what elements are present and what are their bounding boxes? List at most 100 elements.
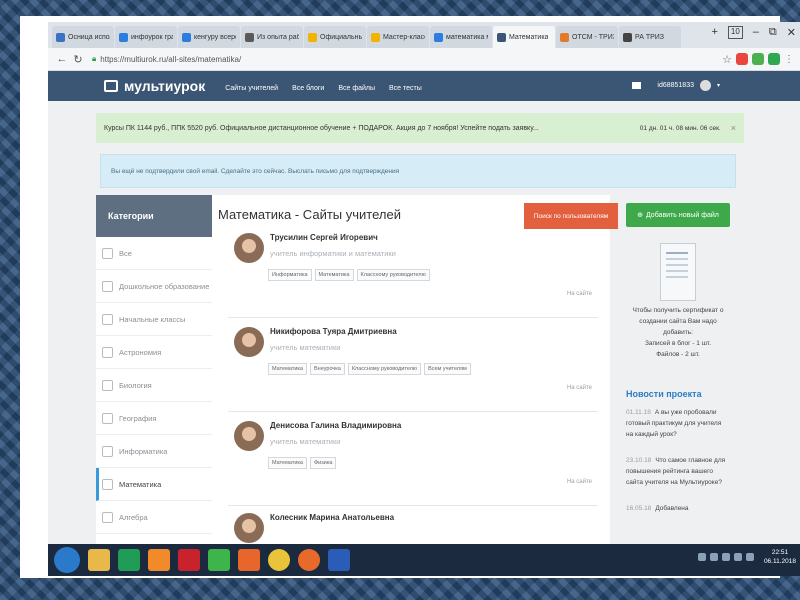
user-menu[interactable]: id68851833 ▾ bbox=[632, 80, 720, 91]
volume-icon[interactable] bbox=[745, 553, 754, 561]
news-text[interactable]: повышения рейтинга вашего bbox=[626, 466, 736, 477]
chevron-down-icon[interactable]: ▾ bbox=[717, 82, 720, 89]
tab-7[interactable]: Математика bbox=[493, 26, 555, 48]
libreoffice-icon[interactable] bbox=[118, 549, 140, 571]
menu-icon[interactable]: ⋮ bbox=[784, 54, 794, 65]
teacher-name[interactable]: Трусилин Сергей Игоревич bbox=[270, 233, 378, 242]
sidebar-item-8[interactable]: Алгебра bbox=[96, 501, 212, 534]
news-item[interactable]: 16.05.18 Добавлена bbox=[626, 503, 736, 514]
extension-icon[interactable] bbox=[768, 53, 780, 65]
menu-item-0[interactable]: Сайты учителей bbox=[225, 85, 278, 92]
tab-1[interactable]: инфоурок граф bbox=[115, 26, 177, 48]
avatar[interactable] bbox=[234, 421, 264, 451]
address-bar: ← ↻ 🔒︎ https://multiurok.ru/all-sites/ma… bbox=[48, 48, 800, 71]
news-text[interactable]: на каждый урок? bbox=[626, 429, 736, 440]
teacher-name[interactable]: Денисова Галина Владимировна bbox=[270, 421, 401, 430]
sidebar-item-3[interactable]: Астрономия bbox=[96, 336, 212, 369]
extension-icon[interactable] bbox=[736, 53, 748, 65]
tab-5[interactable]: Мастер-класс bbox=[367, 26, 429, 48]
teacher-card[interactable]: Колесник Марина Анатольевна bbox=[234, 513, 600, 544]
tab-count-badge[interactable]: 10 bbox=[727, 26, 743, 39]
news-text[interactable]: готовый практикум для учителя bbox=[626, 418, 736, 429]
tray-icon[interactable] bbox=[709, 553, 718, 561]
firefox-icon[interactable] bbox=[298, 549, 320, 571]
promo-timer: 01 дн. 01 ч. 08 мин. 06 сек. bbox=[639, 124, 721, 132]
tab-6[interactable]: математика ма bbox=[430, 26, 492, 48]
tab-label: РА ТРИЗ bbox=[635, 33, 665, 41]
sidebar-item-5[interactable]: География bbox=[96, 402, 212, 435]
tag[interactable]: Математика bbox=[314, 269, 354, 281]
news-item[interactable]: 01.11.18 А вы уже пробовали готовый практи… bbox=[626, 407, 736, 440]
close-window-button[interactable]: ✕ bbox=[787, 26, 796, 39]
menu-item-3[interactable]: Все тесты bbox=[389, 85, 422, 92]
tag[interactable]: Математика bbox=[268, 457, 307, 469]
tag[interactable]: Классному руководителю bbox=[347, 363, 422, 375]
sidebar-item-6[interactable]: Информатика bbox=[96, 435, 212, 468]
teacher-card[interactable]: Трусилин Сергей Игоревич учитель информат… bbox=[234, 233, 600, 313]
chrome-icon[interactable] bbox=[268, 549, 290, 571]
tag[interactable]: Всем учителям bbox=[424, 363, 471, 375]
word-icon[interactable] bbox=[328, 549, 350, 571]
avatar[interactable] bbox=[234, 513, 264, 543]
news-text[interactable]: сайта учителя на Мультиуроке? bbox=[626, 477, 736, 488]
tab-8[interactable]: ОТСМ - ТРИЗ bbox=[556, 26, 618, 48]
news-text[interactable]: А вы уже пробовали bbox=[655, 409, 717, 416]
avatar[interactable] bbox=[234, 233, 264, 263]
presentation-icon[interactable] bbox=[238, 549, 260, 571]
back-arrow-icon[interactable]: ← bbox=[54, 53, 70, 65]
tag[interactable]: Классному руководителю bbox=[356, 269, 430, 281]
url-field[interactable]: 🔒︎ https://multiurok.ru/all-sites/matema… bbox=[92, 54, 722, 64]
sidebar-item-1[interactable]: Дошкольное образование bbox=[96, 270, 212, 303]
sidebar-item-4[interactable]: Биология bbox=[96, 369, 212, 402]
acrobat-icon[interactable] bbox=[178, 549, 200, 571]
clock[interactable]: 22:51 06.11.2018 bbox=[764, 548, 796, 566]
tag[interactable]: Физика bbox=[310, 457, 337, 469]
tag[interactable]: Внеурочка bbox=[310, 363, 345, 375]
sidebar-item-7[interactable]: Математика bbox=[96, 468, 212, 501]
notice-text[interactable]: Вы ещё не подтвердили свой email. Сделай… bbox=[111, 168, 399, 175]
tab-9[interactable]: РА ТРИЗ bbox=[619, 26, 681, 48]
star-icon[interactable]: ☆ bbox=[722, 53, 732, 66]
news-item[interactable]: 23.10.18 Что самое главное для повышения р… bbox=[626, 455, 736, 488]
explorer-icon[interactable] bbox=[88, 549, 110, 571]
add-file-button[interactable]: ⊕ Добавить новый файл bbox=[626, 203, 730, 227]
teacher-card[interactable]: Денисова Галина Владимировна учитель мате… bbox=[234, 421, 600, 501]
promo-text[interactable]: Курсы ПК 1144 руб., ППК 5520 руб. Официа… bbox=[104, 125, 640, 132]
teacher-card[interactable]: Никифорова Туяра Дмитриевна учитель матем… bbox=[234, 327, 600, 407]
sidebar-item-2[interactable]: Начальные классы bbox=[96, 303, 212, 336]
tag[interactable]: Математика bbox=[268, 363, 307, 375]
teacher-name[interactable]: Никифорова Туяра Дмитриевна bbox=[270, 327, 397, 336]
tray-icon[interactable] bbox=[733, 553, 742, 561]
media-player-icon[interactable] bbox=[148, 549, 170, 571]
reload-icon[interactable]: ↻ bbox=[70, 53, 86, 66]
user-id[interactable]: id68851833 bbox=[657, 82, 694, 89]
search-users-button[interactable]: Поиск по пользователям bbox=[524, 203, 618, 229]
teacher-name[interactable]: Колесник Марина Анатольевна bbox=[270, 513, 394, 522]
sidebar-item-0[interactable]: Все bbox=[96, 237, 212, 270]
extension-icon[interactable] bbox=[752, 53, 764, 65]
tray-icon[interactable] bbox=[721, 553, 730, 561]
menu-item-1[interactable]: Все блоги bbox=[292, 85, 324, 92]
tag[interactable]: Информатика bbox=[268, 269, 312, 281]
tab-4[interactable]: Официальный с bbox=[304, 26, 366, 48]
tab-2[interactable]: кенгуру всерос bbox=[178, 26, 240, 48]
site-logo[interactable]: мультиурок bbox=[104, 78, 205, 94]
restore-button[interactable]: ⧉ bbox=[769, 26, 777, 39]
avatar[interactable] bbox=[234, 327, 264, 357]
tab-3[interactable]: Из опыта работ bbox=[241, 26, 303, 48]
close-icon[interactable]: × bbox=[731, 123, 736, 133]
news-text[interactable]: Что самое главное для bbox=[655, 457, 725, 464]
menu-item-2[interactable]: Все файлы bbox=[338, 85, 375, 92]
news-text[interactable]: Добавлена bbox=[655, 505, 688, 512]
mail-icon[interactable] bbox=[632, 82, 642, 89]
avatar[interactable] bbox=[699, 80, 711, 91]
app-icon[interactable] bbox=[208, 549, 230, 571]
new-tab-button[interactable]: + bbox=[711, 26, 717, 39]
promo-banner[interactable]: Курсы ПК 1144 руб., ППК 5520 руб. Официа… bbox=[96, 113, 744, 143]
minimize-button[interactable]: – bbox=[753, 26, 759, 39]
plus-icon: ⊕ bbox=[637, 212, 643, 219]
site-content: мультиурок Сайты учителей Все блоги Все фа… bbox=[48, 71, 800, 544]
tab-0[interactable]: Осница исполь bbox=[52, 26, 114, 48]
tray-icon[interactable] bbox=[697, 553, 706, 561]
start-button[interactable] bbox=[54, 547, 80, 573]
